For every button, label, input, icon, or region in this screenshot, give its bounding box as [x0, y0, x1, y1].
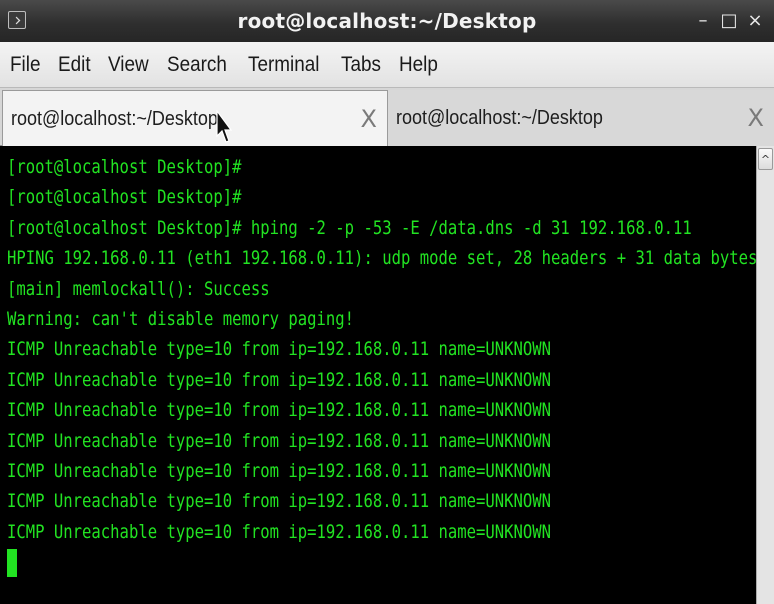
minimize-button[interactable]: –	[692, 8, 714, 32]
tab-terminal-2[interactable]: root@localhost:~/Desktop X	[388, 90, 774, 146]
window-title: root@localhost:~/Desktop	[237, 9, 537, 33]
terminal-output[interactable]: [root@localhost Desktop]# [root@localhos…	[0, 146, 756, 604]
terminal-scrollbar[interactable]: ^	[756, 146, 774, 604]
terminal-line: [root@localhost Desktop]#	[7, 186, 242, 209]
mouse-pointer-icon	[216, 110, 232, 143]
menu-view[interactable]: View	[108, 53, 149, 77]
terminal-cursor	[7, 549, 17, 578]
terminal-line: ICMP Unreachable type=10 from ip=192.168…	[7, 338, 552, 361]
scroll-up-button[interactable]: ^	[758, 148, 773, 170]
close-window-button[interactable]: ×	[744, 8, 766, 32]
tab-bar: root@localhost:~/Desktop X root@localhos…	[0, 88, 774, 147]
menu-search[interactable]: Search	[167, 53, 227, 77]
terminal-line: Warning: can't disable memory paging!	[7, 307, 355, 330]
tab-terminal-1[interactable]: root@localhost:~/Desktop X	[2, 90, 388, 147]
tab-label: root@localhost:~/Desktop	[11, 107, 218, 130]
menu-terminal[interactable]: Terminal	[248, 53, 319, 77]
window-titlebar[interactable]: root@localhost:~/Desktop – □ ×	[0, 0, 774, 42]
window-controls: – □ ×	[692, 8, 766, 32]
terminal-line: HPING 192.168.0.11 (eth1 192.168.0.11): …	[7, 247, 756, 270]
terminal-line: ICMP Unreachable type=10 from ip=192.168…	[7, 399, 552, 422]
menu-tabs[interactable]: Tabs	[341, 53, 381, 77]
window-menu-icon[interactable]	[8, 11, 26, 29]
terminal-line: [root@localhost Desktop]# hping -2 -p -5…	[7, 216, 692, 239]
terminal-line: ICMP Unreachable type=10 from ip=192.168…	[7, 459, 552, 482]
menu-bar: File Edit View Search Terminal Tabs Help	[0, 42, 774, 88]
terminal-line: ICMP Unreachable type=10 from ip=192.168…	[7, 429, 552, 452]
menu-help[interactable]: Help	[399, 53, 438, 77]
terminal-line: ICMP Unreachable type=10 from ip=192.168…	[7, 520, 552, 543]
close-icon[interactable]: X	[361, 105, 377, 133]
close-icon[interactable]: X	[748, 104, 764, 132]
menu-file[interactable]: File	[10, 53, 40, 77]
terminal-line: [main] memlockall(): Success	[7, 277, 270, 300]
terminal-line: ICMP Unreachable type=10 from ip=192.168…	[7, 490, 552, 513]
terminal-line: ICMP Unreachable type=10 from ip=192.168…	[7, 368, 552, 391]
maximize-button[interactable]: □	[718, 8, 740, 32]
tab-label: root@localhost:~/Desktop	[396, 106, 603, 129]
menu-edit[interactable]: Edit	[58, 53, 91, 77]
terminal-line: [root@localhost Desktop]#	[7, 156, 242, 178]
